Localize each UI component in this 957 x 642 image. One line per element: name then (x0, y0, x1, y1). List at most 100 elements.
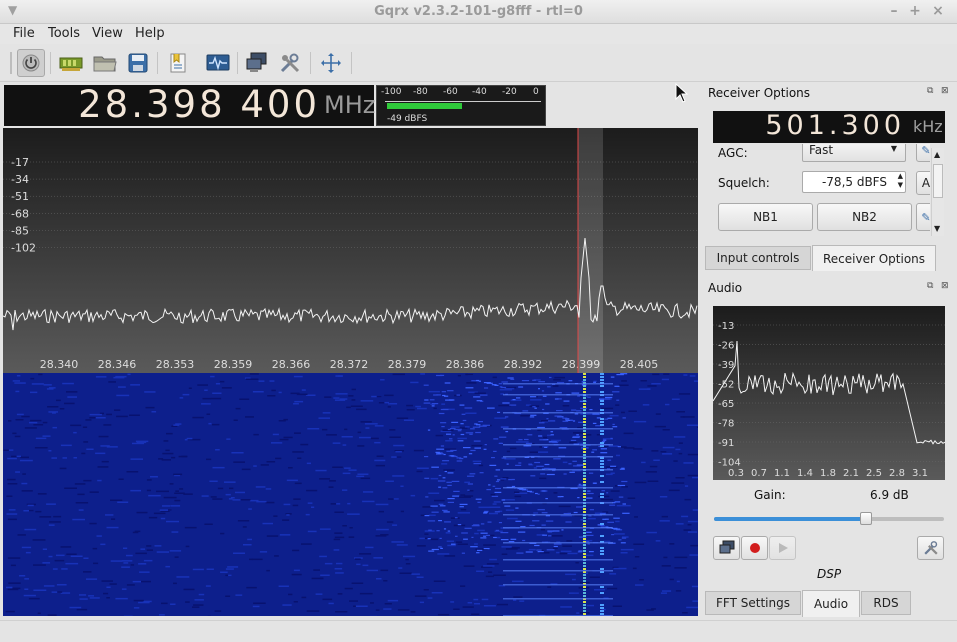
dock-float-icon[interactable]: ⧉ (927, 86, 933, 96)
fullscreen-button[interactable] (317, 49, 345, 77)
receiver-options-scrollbar[interactable]: ▲ ▼ (931, 148, 944, 236)
tab-rds[interactable]: RDS (861, 591, 911, 615)
toolbar (0, 44, 957, 82)
waterfall-noise (156, 490, 169, 493)
dxcluster-button[interactable] (204, 49, 232, 77)
agc-combo[interactable]: Fast ▼ (802, 144, 906, 162)
frequency-value[interactable]: 28.398 400 (4, 83, 320, 126)
waterfall-noise (24, 578, 29, 580)
waterfall-noise (342, 472, 351, 475)
waterfall-noise (220, 532, 225, 535)
waterfall-noise (553, 492, 558, 494)
waterfall-signal-noise (550, 431, 554, 433)
waterfall-noise (282, 604, 292, 606)
menu-tools[interactable]: Tools (48, 26, 80, 41)
waterfall-noise (111, 518, 116, 520)
dock-close-icon[interactable]: ⊠ (941, 281, 949, 291)
settings-button[interactable] (276, 49, 304, 77)
open-button[interactable] (91, 49, 119, 77)
scrollbar-thumb[interactable] (933, 164, 943, 198)
waterfall-signal-noise (610, 465, 617, 467)
waterfall-noise (24, 528, 37, 531)
spin-arrows-icon[interactable]: ▲ ▼ (898, 172, 903, 190)
waterfall-signal-noise (473, 396, 481, 398)
filter-passband[interactable] (578, 128, 603, 373)
device-config-button[interactable] (57, 49, 85, 77)
spectrum-plotter[interactable]: -17 -34 -51 -68 -85 -102 28.340 28.346 28.353 28.… (3, 128, 698, 373)
menu-help[interactable]: Help (135, 26, 165, 41)
waterfall-signal-noise (495, 469, 501, 471)
waterfall-noise (391, 541, 404, 543)
scroll-down-icon[interactable]: ▼ (934, 224, 940, 233)
slider-handle[interactable] (860, 512, 872, 525)
waterfall-noise (663, 373, 670, 375)
audio-fft-plot[interactable]: -13 -26 -39 -52 -65 -78 -91 -104 0.3 0.7 1.1 1.4 1.8… (713, 306, 945, 480)
waterfall-signal-noise (428, 529, 432, 531)
waterfall-noise (428, 390, 440, 393)
record-button[interactable] (741, 536, 768, 560)
waterfall-signal-noise (433, 394, 439, 396)
waterfall-signal-noise (440, 453, 444, 455)
nb2-button[interactable]: NB2 (817, 203, 912, 231)
waterfall-signal-noise (535, 492, 538, 495)
audio-options-button[interactable] (917, 536, 944, 560)
tab-audio[interactable]: Audio (802, 590, 860, 617)
tab-receiver-options[interactable]: Receiver Options (812, 245, 936, 271)
gain-value: 6.9 dB (870, 488, 909, 502)
tab-fft-settings[interactable]: FFT Settings (705, 591, 801, 615)
menu-bar: File Tools View Help (0, 24, 957, 44)
nb-options-button[interactable]: ✎ (916, 203, 930, 231)
waterfall-signal-noise (525, 551, 533, 553)
menu-file[interactable]: File (13, 26, 35, 41)
waterfall-signal-noise (471, 536, 474, 538)
waterfall-noise (209, 480, 218, 482)
waterfall-display[interactable] (3, 373, 698, 616)
waterfall-signal-noise (542, 534, 547, 536)
agc-options-button[interactable]: ✎ (916, 144, 930, 162)
waterfall-noise (675, 523, 684, 525)
squelch-auto-button[interactable]: A (916, 171, 930, 195)
waterfall-noise (512, 580, 524, 583)
filter-offset-value[interactable]: 501.300 (713, 110, 905, 141)
waterfall-carrier (583, 574, 586, 576)
audio-gain-slider[interactable] (714, 512, 944, 525)
waterfall-carrier (583, 562, 586, 564)
waterfall-noise (396, 417, 409, 419)
dock-float-icon[interactable]: ⧉ (927, 281, 933, 291)
squelch-spinbox[interactable]: -78,5 dBFS ▲ ▼ (802, 171, 906, 193)
filter-offset-display[interactable]: 501.300 kHz (713, 110, 945, 143)
bookmarks-button[interactable] (164, 49, 192, 77)
waterfall-noise (675, 477, 685, 479)
save-button[interactable] (124, 49, 152, 77)
close-icon[interactable]: × (930, 3, 946, 19)
scroll-up-icon[interactable]: ▲ (934, 150, 940, 159)
waterfall-noise (226, 438, 231, 440)
waterfall-signal-noise (463, 538, 468, 540)
waterfall-carrier (583, 532, 586, 534)
waterfall-noise (110, 499, 123, 501)
waterfall-signal-noise (427, 538, 431, 540)
nb1-button[interactable]: NB1 (718, 203, 813, 231)
waterfall-noise (225, 493, 231, 496)
waterfall-noise (296, 393, 308, 396)
tab-input-controls[interactable]: Input controls (705, 246, 811, 270)
waterfall-noise (70, 424, 82, 427)
maximize-icon[interactable]: + (907, 3, 923, 19)
frequency-display[interactable]: 28.398 400 MHz (4, 83, 375, 126)
waterfall-noise (96, 535, 102, 537)
waterfall-noise (109, 583, 117, 585)
waterfall-noise (374, 425, 384, 427)
dock-close-icon[interactable]: ⊠ (941, 86, 949, 96)
minimize-icon[interactable]: – (886, 3, 902, 19)
play-button[interactable] (769, 536, 796, 560)
waterfall-signal-noise (476, 400, 483, 402)
menu-view[interactable]: View (92, 26, 123, 41)
waterfall-noise (301, 543, 312, 545)
remote-control-button[interactable] (243, 49, 271, 77)
udp-stream-button[interactable] (713, 536, 740, 560)
power-button[interactable] (17, 49, 45, 77)
waterfall-noise (233, 461, 245, 463)
waterfall-noise (318, 417, 330, 419)
waterfall-noise (686, 606, 698, 609)
waterfall-noise (346, 406, 351, 409)
